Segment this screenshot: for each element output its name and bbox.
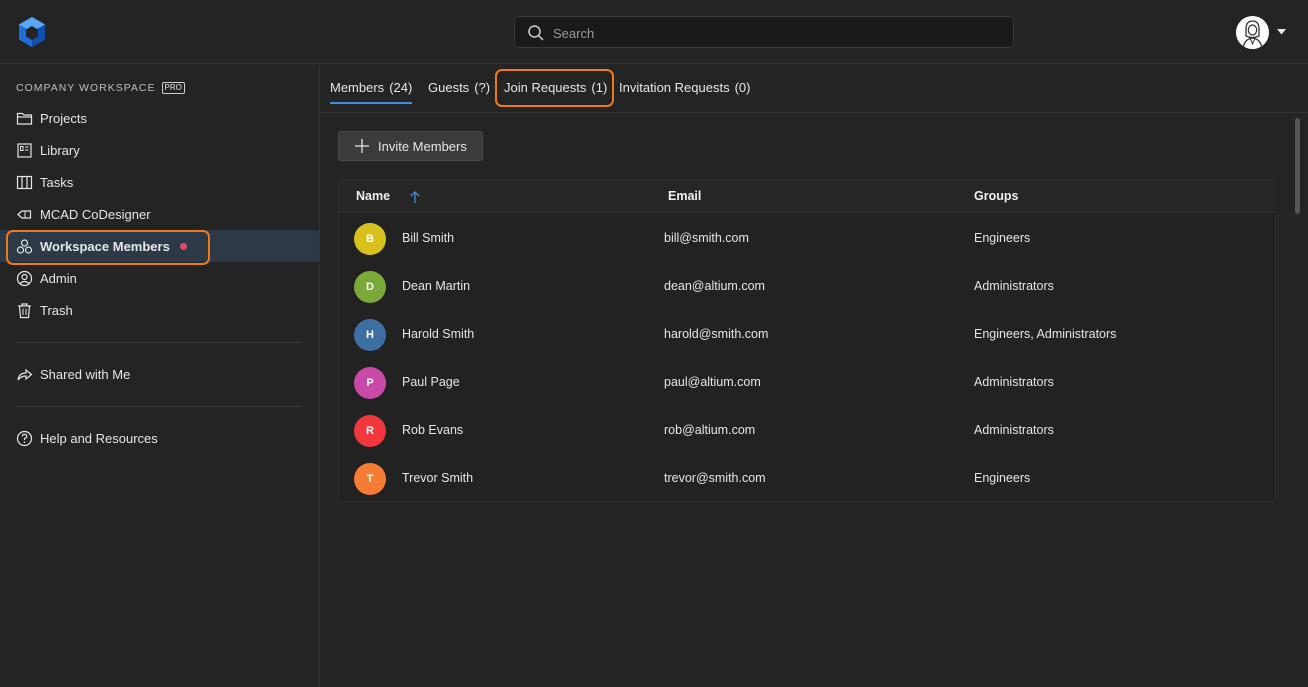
member-avatar: D bbox=[354, 271, 386, 303]
sidebar-item-label: Workspace Members bbox=[40, 238, 170, 254]
top-bar: Search bbox=[0, 0, 1308, 64]
workspace-name: COMPANY WORKSPACE bbox=[16, 82, 156, 94]
tab-count: (1) bbox=[591, 80, 608, 95]
invite-members-label: Invite Members bbox=[378, 138, 467, 154]
sidebar-item-label: Help and Resources bbox=[40, 430, 158, 446]
members-panel: Invite Members Name Email Groups B Bill … bbox=[320, 114, 1308, 687]
notification-dot bbox=[179, 242, 187, 250]
user-avatar[interactable] bbox=[1236, 16, 1269, 49]
invite-members-button[interactable]: Invite Members bbox=[338, 131, 483, 161]
member-email: harold@smith.com bbox=[664, 327, 769, 341]
sidebar-item-label: Tasks bbox=[40, 174, 74, 190]
sidebar-divider bbox=[16, 406, 303, 407]
sidebar-item-label: Admin bbox=[40, 270, 77, 286]
sidebar-item-admin[interactable]: Admin bbox=[0, 262, 319, 294]
member-avatar: T bbox=[354, 463, 386, 495]
sidebar-item-help[interactable]: Help and Resources bbox=[0, 422, 319, 454]
column-header-groups[interactable]: Groups bbox=[974, 189, 1018, 203]
member-groups: Administrators bbox=[974, 279, 1054, 293]
sidebar-item-label: Trash bbox=[40, 302, 73, 318]
member-name: Dean Martin bbox=[402, 279, 471, 293]
sidebar-divider bbox=[16, 342, 303, 343]
active-tab-indicator bbox=[330, 102, 412, 104]
member-email: trevor@smith.com bbox=[664, 471, 766, 485]
vertical-scrollbar[interactable] bbox=[1295, 118, 1300, 214]
tab-label: Members bbox=[330, 80, 385, 95]
sidebar-item-projects[interactable]: Projects bbox=[0, 102, 319, 134]
library-icon bbox=[17, 142, 32, 158]
search-placeholder[interactable]: Search bbox=[553, 26, 594, 41]
column-header-name[interactable]: Name bbox=[356, 189, 390, 203]
tab-label: Guests bbox=[428, 80, 470, 95]
member-groups: Engineers bbox=[974, 231, 1031, 245]
member-name: Trevor Smith bbox=[402, 471, 474, 485]
sidebar-item-mcad-codesigner[interactable]: MCAD CoDesigner bbox=[0, 198, 319, 230]
members-table: Name Email Groups B Bill Smith bill@smit… bbox=[338, 179, 1276, 502]
sidebar-item-label: MCAD CoDesigner bbox=[40, 206, 151, 222]
member-name: Bill Smith bbox=[402, 231, 455, 245]
member-groups: Administrators bbox=[974, 423, 1054, 437]
table-row[interactable]: P Paul Page paul@altium.com Administrato… bbox=[339, 358, 1276, 406]
member-avatar: P bbox=[354, 367, 386, 399]
member-groups: Engineers, Administrators bbox=[974, 327, 1117, 341]
sidebar-item-shared-with-me[interactable]: Shared with Me bbox=[0, 358, 319, 390]
tab-members[interactable]: Members (24) bbox=[330, 80, 412, 95]
tasks-icon bbox=[16, 175, 33, 189]
share-icon bbox=[17, 368, 33, 380]
tab-count: (?) bbox=[474, 80, 491, 95]
search-icon bbox=[528, 25, 544, 41]
sort-ascending-icon[interactable] bbox=[409, 190, 421, 204]
member-groups: Engineers bbox=[974, 471, 1031, 485]
sidebar-item-library[interactable]: Library bbox=[0, 134, 319, 166]
help-icon bbox=[16, 430, 33, 446]
tab-invitation-requests[interactable]: Invitation Requests (0) bbox=[619, 80, 750, 95]
column-header-email[interactable]: Email bbox=[668, 189, 701, 203]
member-name: Paul Page bbox=[402, 375, 460, 389]
member-name: Harold Smith bbox=[402, 327, 475, 341]
tab-label: Invitation Requests bbox=[619, 80, 730, 95]
plus-icon bbox=[355, 139, 369, 153]
members-icon bbox=[16, 238, 33, 254]
table-row[interactable]: B Bill Smith bill@smith.com Engineers bbox=[339, 214, 1276, 262]
member-email: dean@altium.com bbox=[664, 279, 765, 293]
table-header: Name Email Groups bbox=[339, 180, 1276, 213]
sidebar-item-label: Projects bbox=[40, 110, 87, 126]
sidebar-item-label: Library bbox=[40, 142, 80, 158]
admin-icon bbox=[16, 270, 33, 286]
folder-icon bbox=[16, 112, 33, 125]
member-email: bill@smith.com bbox=[664, 231, 749, 245]
tab-join-requests[interactable]: Join Requests (1) bbox=[504, 80, 607, 95]
member-avatar: B bbox=[354, 223, 386, 255]
trash-icon bbox=[18, 302, 31, 318]
sidebar-item-workspace-members[interactable]: Workspace Members bbox=[0, 230, 319, 262]
table-row[interactable]: H Harold Smith harold@smith.com Engineer… bbox=[339, 310, 1276, 358]
sidebar-item-tasks[interactable]: Tasks bbox=[0, 166, 319, 198]
member-email: paul@altium.com bbox=[664, 375, 761, 389]
member-groups: Administrators bbox=[974, 375, 1054, 389]
user-avatar-icon bbox=[1236, 16, 1269, 49]
table-row[interactable]: R Rob Evans rob@altium.com Administrator… bbox=[339, 406, 1276, 454]
member-tabs: Members (24) Guests (?) Join Requests (1) I… bbox=[320, 65, 1308, 113]
tab-guests[interactable]: Guests (?) bbox=[428, 80, 490, 95]
mcad-icon bbox=[17, 209, 32, 219]
altium-logo-icon[interactable] bbox=[16, 16, 48, 48]
tab-count: (0) bbox=[734, 80, 751, 95]
tab-count: (24) bbox=[389, 80, 413, 95]
table-row[interactable]: D Dean Martin dean@altium.com Administra… bbox=[339, 262, 1276, 310]
member-avatar: H bbox=[354, 319, 386, 351]
workspace-label: COMPANY WORKSPACE PRO bbox=[16, 82, 185, 94]
chevron-down-icon[interactable] bbox=[1277, 29, 1286, 35]
search-box[interactable]: Search bbox=[514, 16, 1014, 48]
pro-badge: PRO bbox=[161, 82, 185, 94]
sidebar-item-trash[interactable]: Trash bbox=[0, 294, 319, 326]
member-avatar: R bbox=[354, 415, 386, 447]
sidebar: COMPANY WORKSPACE PRO Projects Library T… bbox=[0, 65, 320, 687]
table-row[interactable]: T Trevor Smith trevor@smith.com Engineer… bbox=[339, 454, 1276, 502]
member-name: Rob Evans bbox=[402, 423, 464, 437]
tab-label: Join Requests bbox=[504, 80, 587, 95]
member-email: rob@altium.com bbox=[664, 423, 756, 437]
sidebar-item-label: Shared with Me bbox=[40, 366, 131, 382]
